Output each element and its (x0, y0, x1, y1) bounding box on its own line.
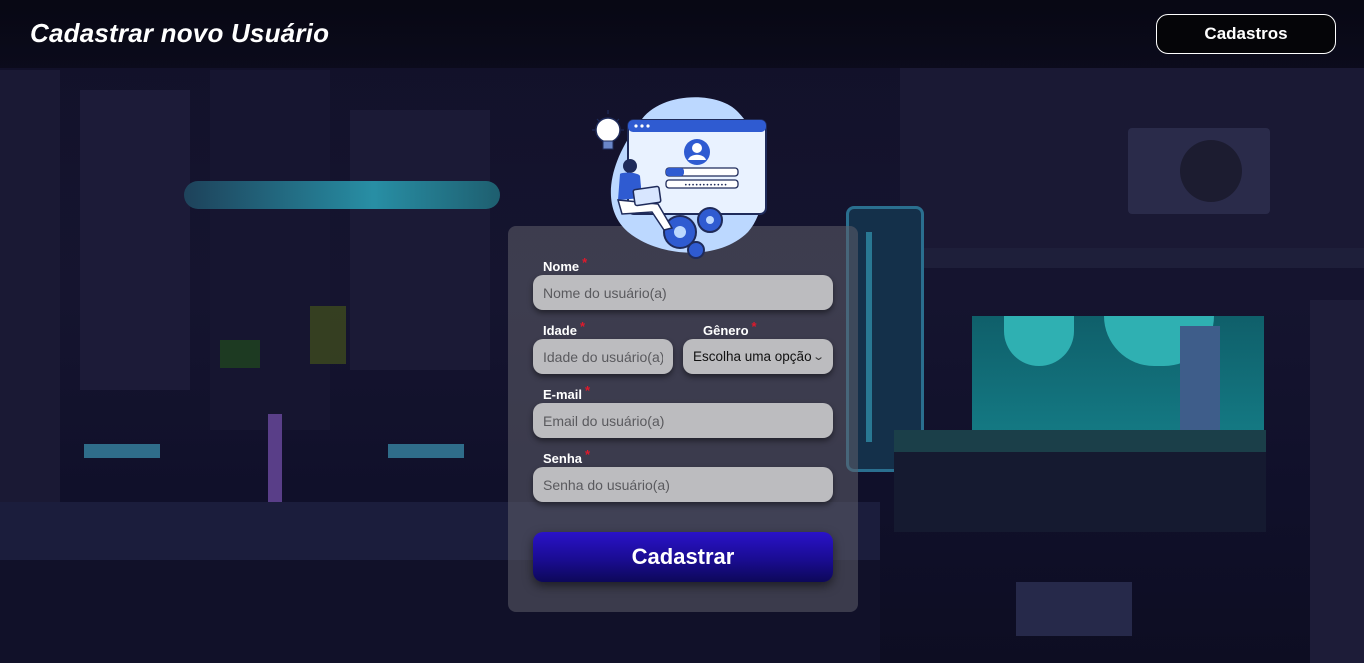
chevron-down-icon: ⌄ (811, 351, 825, 363)
genero-select[interactable]: Escolha uma opção ⌄ (683, 339, 833, 374)
nome-label: Nome * (543, 255, 588, 274)
cadastrar-submit-button[interactable]: Cadastrar (533, 532, 833, 582)
genero-selected-value: Escolha uma opção (693, 349, 812, 364)
senha-label: Senha * (543, 447, 591, 466)
genero-label: Gênero * (703, 319, 757, 338)
svg-text:••••••••••••: •••••••••••• (684, 182, 727, 189)
cadastros-nav-button[interactable]: Cadastros (1156, 14, 1336, 54)
email-input[interactable] (533, 403, 833, 438)
user-registration-illustration: •••••••••••• (592, 97, 767, 259)
idade-input[interactable] (533, 339, 673, 374)
page-title: Cadastrar novo Usuário (30, 18, 330, 48)
email-label: E-mail * (543, 383, 591, 402)
nome-input[interactable] (533, 275, 833, 310)
idade-label: Idade * (543, 319, 586, 338)
senha-input[interactable] (533, 467, 833, 502)
